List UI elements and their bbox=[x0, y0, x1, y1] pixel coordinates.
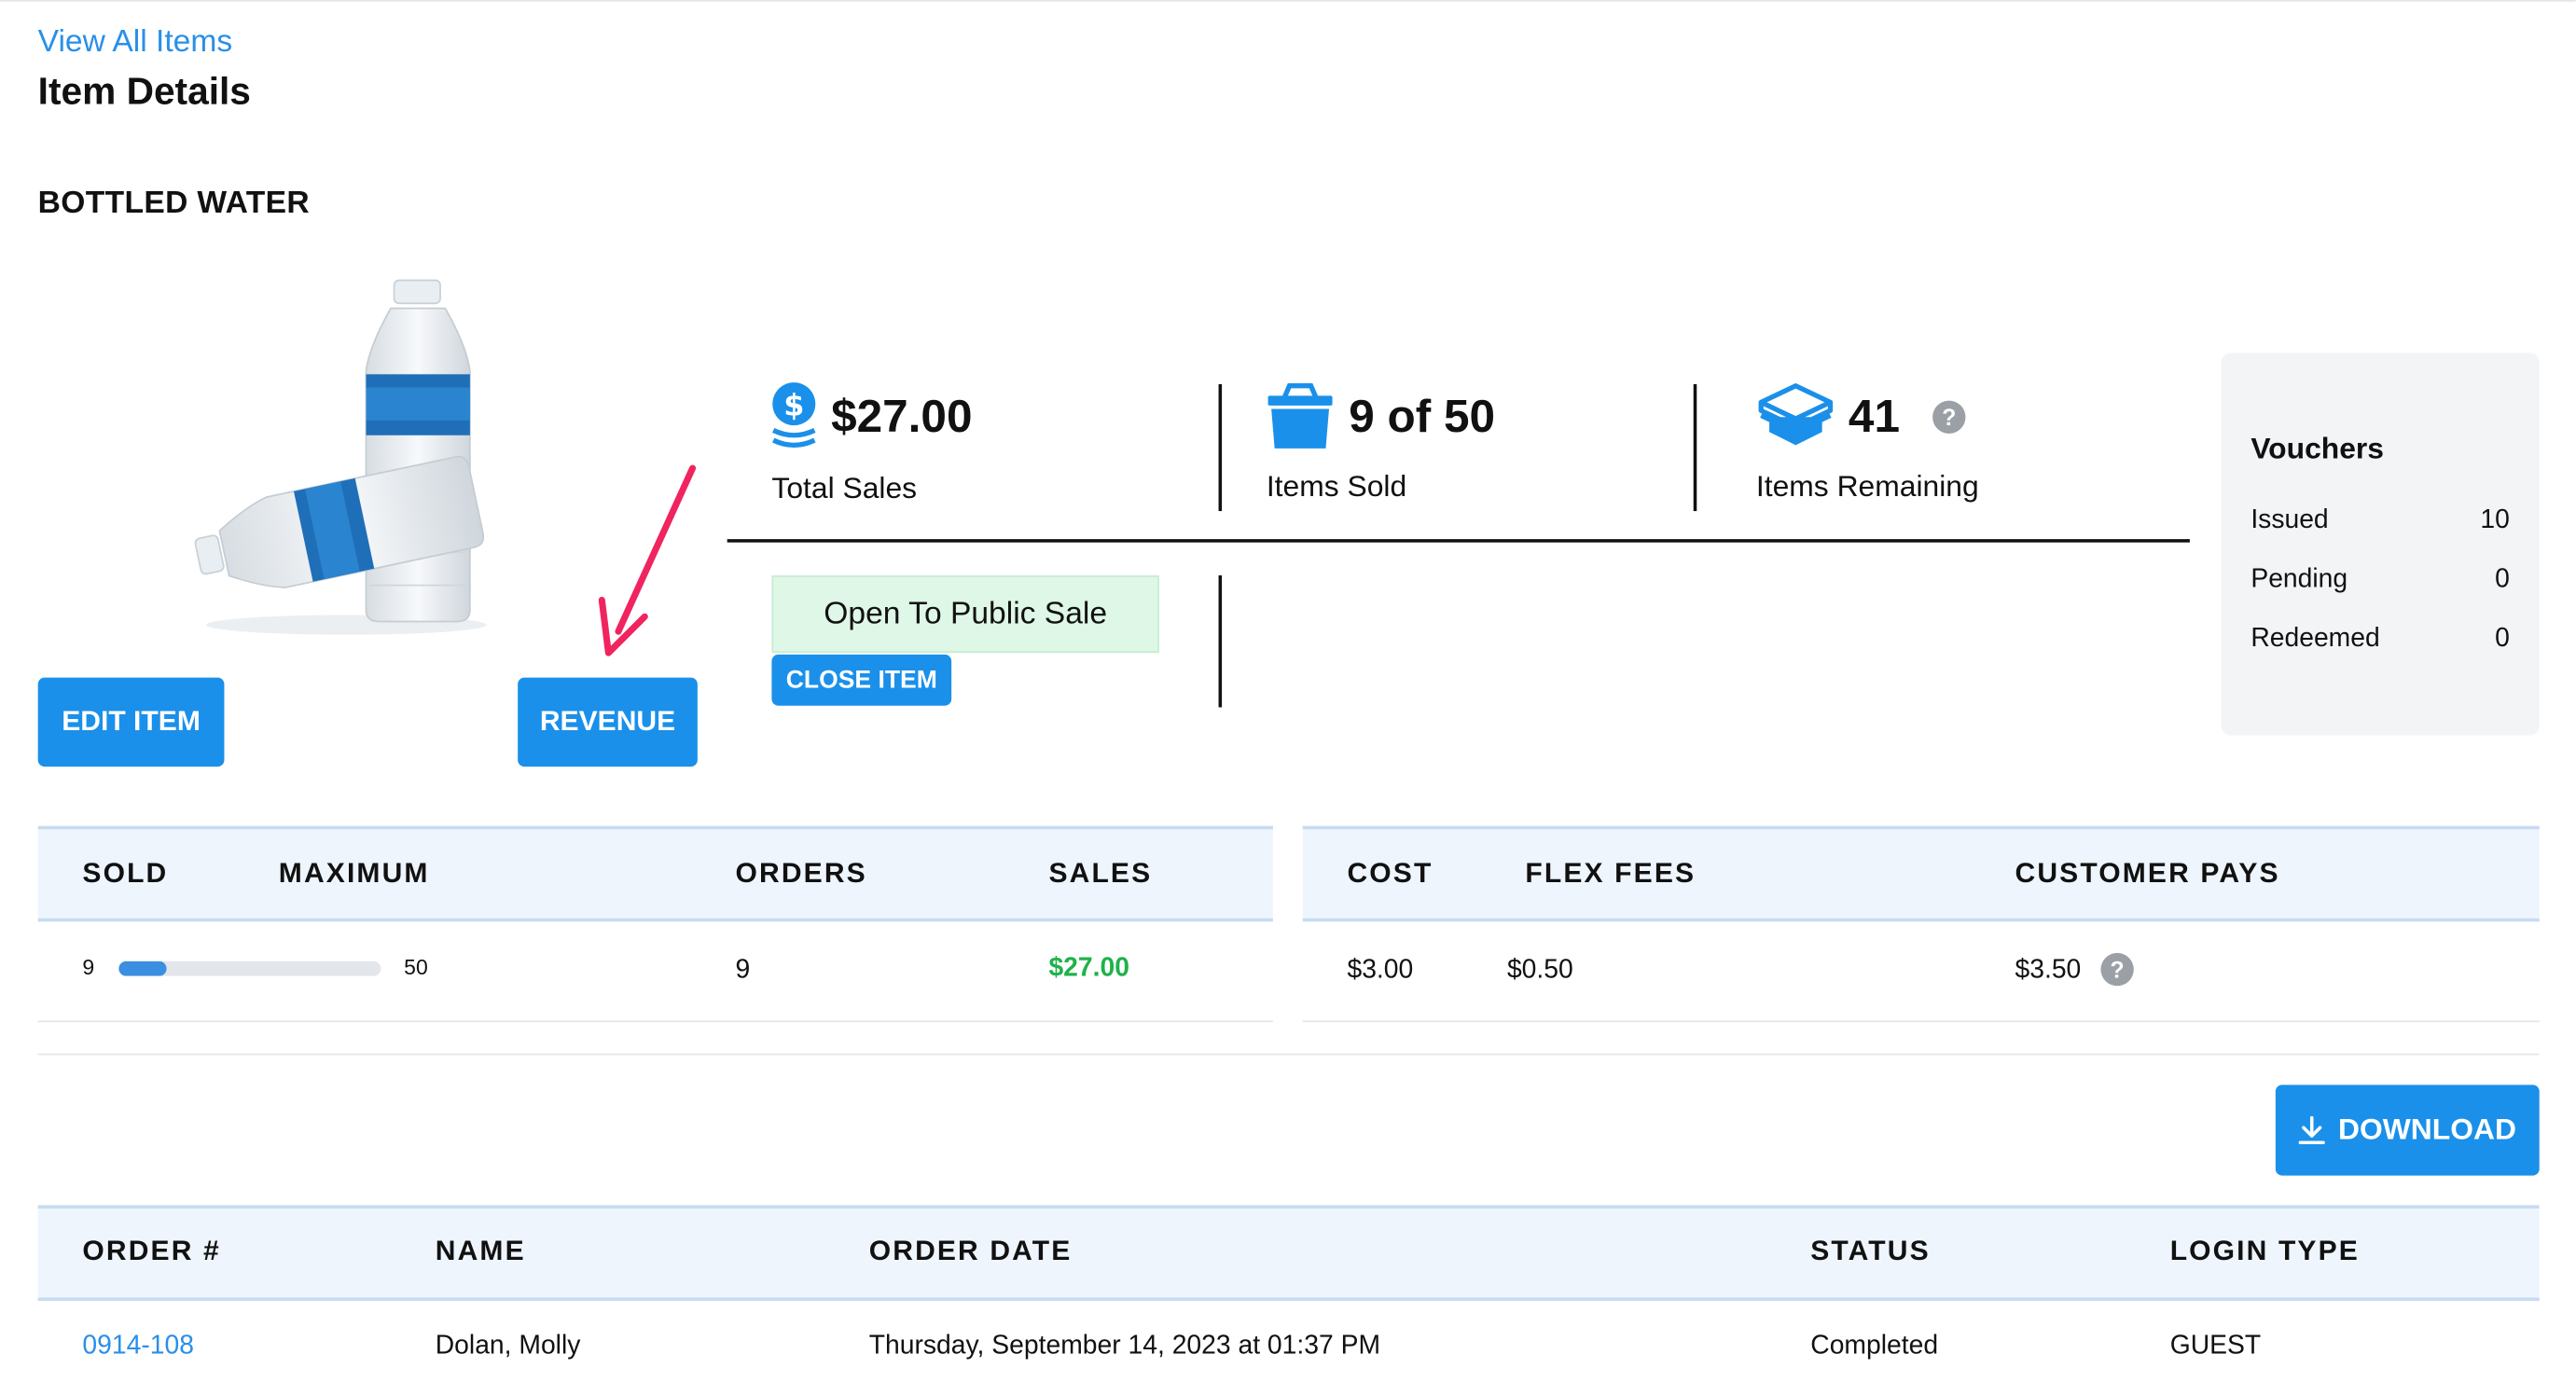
voucher-row-pending: Pending 0 bbox=[2251, 565, 2510, 595]
item-details-page: View All Items Item Details BOTTLED WATE… bbox=[0, 0, 2576, 1382]
items-remaining-label: Items Remaining bbox=[1755, 469, 1979, 504]
basket-icon bbox=[1267, 383, 1333, 449]
voucher-value: 0 bbox=[2495, 565, 2510, 594]
items-sold-label: Items Sold bbox=[1266, 469, 1407, 504]
item-name: BOTTLED WATER bbox=[37, 186, 311, 221]
customer-pays-value: $3.50 bbox=[2015, 956, 2082, 985]
sale-status-badge: Open To Public Sale bbox=[771, 575, 1159, 654]
view-all-items-link[interactable]: View All Items bbox=[38, 25, 232, 62]
annotation-arrow-icon bbox=[598, 464, 697, 656]
download-label: DOWNLOAD bbox=[2338, 1113, 2516, 1146]
close-item-button[interactable]: CLOSE ITEM bbox=[771, 654, 952, 706]
cost-value: $3.00 bbox=[1347, 956, 1414, 985]
revenue-button[interactable]: REVENUE bbox=[518, 677, 698, 767]
row-divider bbox=[37, 1020, 1273, 1023]
voucher-label: Pending bbox=[2251, 565, 2348, 594]
stats-divider bbox=[727, 539, 2190, 543]
items-sold-value: 9 of 50 bbox=[1349, 391, 1496, 442]
orders-table-header bbox=[37, 1205, 2540, 1301]
orders-count: 9 bbox=[735, 956, 751, 985]
download-icon bbox=[2298, 1115, 2325, 1144]
open-box-icon bbox=[1758, 383, 1834, 446]
voucher-label: Redeemed bbox=[2251, 625, 2380, 654]
row-divider bbox=[1302, 1020, 2540, 1023]
status-divider bbox=[1218, 575, 1223, 708]
voucher-row-issued: Issued 10 bbox=[2251, 506, 2510, 536]
maximum-count: 50 bbox=[404, 954, 428, 980]
download-button[interactable]: DOWNLOAD bbox=[2275, 1085, 2540, 1176]
sold-progress-fill bbox=[118, 960, 166, 976]
items-remaining-value: 41 bbox=[1848, 391, 1901, 442]
sold-progress-bar bbox=[118, 960, 381, 976]
section-divider bbox=[37, 1053, 2540, 1056]
sold-count: 9 bbox=[82, 954, 95, 980]
col-name: NAME bbox=[435, 1235, 526, 1266]
water-bottle-image bbox=[194, 279, 487, 635]
order-status: Completed bbox=[1810, 1332, 1939, 1361]
coins-dollar-icon: $ bbox=[772, 382, 816, 449]
stat-divider bbox=[1693, 383, 1697, 512]
pricing-summary-header bbox=[1302, 825, 2540, 922]
col-customer-pays: CUSTOMER PAYS bbox=[2015, 857, 2280, 889]
order-number-link[interactable]: 0914-108 bbox=[82, 1333, 194, 1362]
flex-fees-value: $0.50 bbox=[1506, 956, 1573, 985]
col-login-type: LOGIN TYPE bbox=[2169, 1235, 2360, 1266]
col-status: STATUS bbox=[1810, 1235, 1931, 1266]
col-cost: COST bbox=[1347, 857, 1433, 889]
col-order-number: ORDER # bbox=[82, 1235, 221, 1266]
voucher-value: 10 bbox=[2480, 505, 2510, 534]
col-sold: SOLD bbox=[82, 857, 169, 889]
col-flex-fees: FLEX FEES bbox=[1525, 857, 1697, 889]
vouchers-panel: Vouchers Issued 10 Pending 0 Redeemed 0 bbox=[2221, 352, 2540, 736]
col-maximum: MAXIMUM bbox=[278, 857, 430, 889]
stat-divider bbox=[1218, 383, 1223, 512]
col-order-date: ORDER DATE bbox=[868, 1235, 1073, 1266]
top-divider bbox=[0, 0, 2576, 2]
voucher-value: 0 bbox=[2495, 625, 2510, 654]
order-date: Thursday, September 14, 2023 at 01:37 PM bbox=[868, 1332, 1381, 1361]
vouchers-title: Vouchers bbox=[2251, 432, 2385, 465]
help-icon[interactable]: ? bbox=[1932, 400, 1966, 434]
login-type: GUEST bbox=[2169, 1332, 2262, 1361]
customer-name: Dolan, Molly bbox=[435, 1332, 581, 1361]
col-sales: SALES bbox=[1048, 857, 1153, 889]
total-sales-value: $27.00 bbox=[831, 391, 973, 442]
voucher-label: Issued bbox=[2251, 505, 2329, 534]
page-title: Item Details bbox=[37, 69, 251, 113]
total-sales-label: Total Sales bbox=[771, 471, 918, 505]
svg-text:$: $ bbox=[783, 388, 804, 423]
sales-total: $27.00 bbox=[1048, 954, 1129, 983]
voucher-row-redeemed: Redeemed 0 bbox=[2251, 625, 2510, 655]
col-orders: ORDERS bbox=[735, 857, 867, 889]
help-icon[interactable]: ? bbox=[2100, 952, 2134, 987]
edit-item-button[interactable]: EDIT ITEM bbox=[37, 677, 225, 767]
